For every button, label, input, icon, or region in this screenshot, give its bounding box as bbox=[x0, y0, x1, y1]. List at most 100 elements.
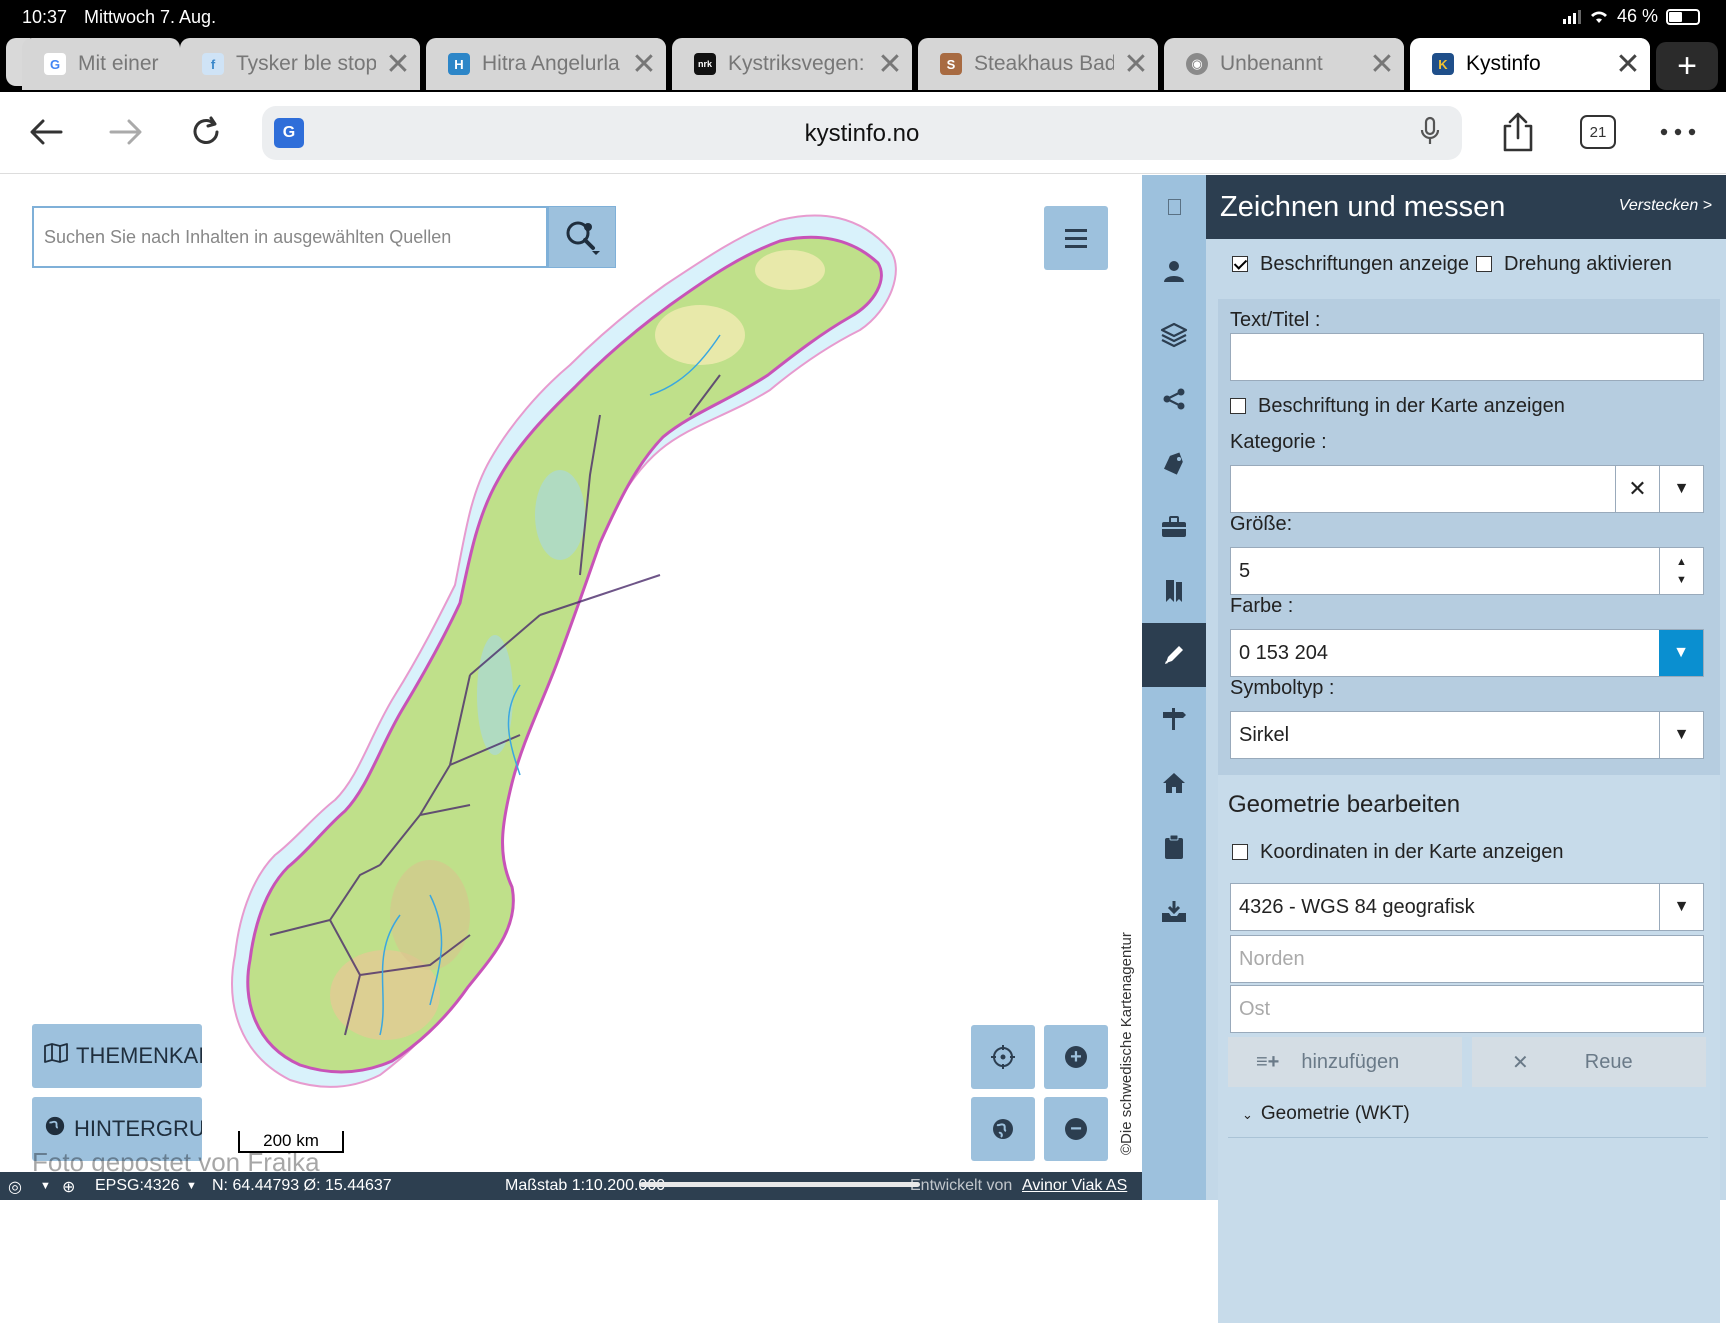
decrement-icon[interactable]: ▼ bbox=[1676, 574, 1687, 586]
home-icon[interactable] bbox=[1142, 751, 1206, 815]
map-menu-button[interactable] bbox=[1044, 206, 1108, 270]
tag-icon[interactable] bbox=[1142, 431, 1206, 495]
show-coords-option[interactable]: Koordinaten in der Karte anzeigen bbox=[1232, 841, 1564, 864]
category-dropdown-icon[interactable]: ▼ bbox=[1659, 466, 1703, 512]
tool-rail bbox=[1142, 175, 1206, 1200]
cursor-coordinates: N: 64.44793 Ø: 15.44637 bbox=[212, 1177, 392, 1194]
tab-unbenannt[interactable]: ◉ Unbenannt ✕ bbox=[1164, 38, 1404, 90]
share-network-icon[interactable] bbox=[1142, 367, 1206, 431]
tab-close-icon[interactable]: ✕ bbox=[1114, 38, 1158, 90]
size-value: 5 bbox=[1239, 560, 1251, 582]
tab-kystriksvegen[interactable]: nrk Kystriksvegen: ✕ bbox=[672, 38, 912, 90]
color-select[interactable]: 0 153 204 ▼ bbox=[1230, 629, 1704, 677]
share-icon[interactable] bbox=[1496, 110, 1540, 154]
back-arrow-icon[interactable] bbox=[24, 110, 68, 154]
epsg-selector[interactable]: EPSG:4326 bbox=[95, 1177, 180, 1195]
east-input[interactable]: Ost bbox=[1230, 985, 1704, 1033]
more-options-icon[interactable] bbox=[1656, 110, 1700, 154]
window-toggle-icon[interactable] bbox=[1142, 175, 1206, 239]
zoom-out-button[interactable]: − bbox=[1044, 1097, 1108, 1161]
layers-icon[interactable] bbox=[1142, 303, 1206, 367]
developer-link[interactable]: Avinor Viak AS bbox=[1022, 1177, 1127, 1195]
text-title-label: Text/Titel : bbox=[1230, 309, 1321, 331]
clear-category-icon[interactable]: ✕ bbox=[1615, 466, 1659, 512]
compass-icon[interactable]: ◎ bbox=[8, 1177, 22, 1197]
new-tab-button[interactable]: + bbox=[1656, 42, 1718, 90]
add-coordinate-button[interactable]: ≡+ hinzufügen bbox=[1228, 1037, 1462, 1087]
show-labels-checkbox[interactable] bbox=[1232, 256, 1248, 272]
color-dropdown-icon[interactable]: ▼ bbox=[1659, 630, 1703, 676]
download-icon[interactable] bbox=[1142, 879, 1206, 943]
tab-close-icon[interactable]: ✕ bbox=[1360, 38, 1404, 90]
user-icon[interactable] bbox=[1142, 239, 1206, 303]
hide-panel-link[interactable]: Verstecken > bbox=[1619, 197, 1712, 215]
clear-coordinates-button[interactable]: ✕ Reue bbox=[1472, 1037, 1706, 1087]
cellular-signal-icon bbox=[1562, 9, 1581, 24]
loading-progress-bar bbox=[640, 1182, 920, 1187]
background-maps-label: HINTERGRU bbox=[74, 1116, 202, 1141]
tab-steakhaus[interactable]: S Steakhaus Bad ✕ bbox=[918, 38, 1158, 90]
panel-header: Zeichnen und messen Verstecken > bbox=[1206, 175, 1726, 239]
enable-rotation-option[interactable]: Drehung aktivieren bbox=[1476, 253, 1672, 276]
enable-rotation-checkbox[interactable] bbox=[1476, 256, 1492, 272]
clipboard-icon[interactable] bbox=[1142, 815, 1206, 879]
north-placeholder: Norden bbox=[1239, 948, 1305, 970]
zoom-in-button[interactable]: + bbox=[1044, 1025, 1108, 1089]
locate-me-button[interactable] bbox=[971, 1025, 1035, 1089]
dropdown-arrow-icon[interactable]: ▼ bbox=[40, 1180, 51, 1192]
category-select[interactable]: ✕ ▼ bbox=[1230, 465, 1704, 513]
map-icon bbox=[44, 1043, 68, 1069]
photo-watermark: Foto gepostet von Fraika bbox=[32, 1147, 320, 1175]
tab-overview-button[interactable]: 21 bbox=[1580, 115, 1616, 149]
search-settings-button[interactable] bbox=[548, 206, 616, 268]
tab-close-icon[interactable]: ✕ bbox=[376, 38, 420, 90]
crs-select[interactable]: 4326 - WGS 84 geografisk ▼ bbox=[1230, 883, 1704, 931]
show-label-in-map-option[interactable]: Beschriftung in der Karte anzeigen bbox=[1230, 395, 1565, 418]
globe-view-button[interactable] bbox=[971, 1097, 1035, 1161]
microphone-icon[interactable] bbox=[1420, 116, 1440, 153]
panel-title: Zeichnen und messen bbox=[1220, 191, 1506, 223]
tab-close-icon[interactable]: ✕ bbox=[1606, 38, 1650, 90]
globe-icon: ⊕ bbox=[62, 1179, 76, 1196]
draw-measure-icon[interactable] bbox=[1142, 623, 1206, 687]
north-input[interactable]: Norden bbox=[1230, 935, 1704, 983]
increment-icon[interactable]: ▲ bbox=[1676, 556, 1687, 568]
size-stepper[interactable]: 5 ▲ ▼ bbox=[1230, 547, 1704, 595]
symbol-type-select[interactable]: Sirkel ▼ bbox=[1230, 711, 1704, 759]
tab-close-icon[interactable]: ✕ bbox=[868, 38, 912, 90]
toolbox-icon[interactable] bbox=[1142, 495, 1206, 559]
show-label-in-map-checkbox[interactable] bbox=[1230, 398, 1246, 414]
show-coords-checkbox[interactable] bbox=[1232, 844, 1248, 860]
crs-dropdown-icon[interactable]: ▼ bbox=[1659, 884, 1703, 930]
size-spin-buttons[interactable]: ▲ ▼ bbox=[1659, 548, 1703, 594]
tab-kystinfo[interactable]: K Kystinfo ✕ bbox=[1410, 38, 1650, 90]
crs-value: 4326 - WGS 84 geografisk bbox=[1239, 896, 1475, 918]
dropdown-arrow-icon[interactable]: ▼ bbox=[186, 1180, 197, 1192]
theme-maps-button[interactable]: THEMENKAI bbox=[32, 1024, 202, 1088]
search-gear-icon bbox=[566, 221, 600, 255]
tab-favicon-icon: f bbox=[202, 53, 224, 75]
battery-percent: 46 % bbox=[1616, 6, 1658, 26]
browser-tab-bar: G Mit einer f Tysker ble stop ✕ H Hitra … bbox=[0, 34, 1726, 92]
tab-google[interactable]: G Mit einer bbox=[22, 38, 180, 90]
show-label-in-map-label: Beschriftung in der Karte anzeigen bbox=[1258, 395, 1565, 417]
theme-maps-label: THEMENKAI bbox=[76, 1043, 202, 1068]
search-input[interactable]: Suchen Sie nach Inhalten in ausgewählten… bbox=[32, 206, 548, 268]
bookmarks-icon[interactable] bbox=[1142, 559, 1206, 623]
tab-tysker[interactable]: f Tysker ble stop ✕ bbox=[180, 38, 420, 90]
tab-close-icon[interactable]: ✕ bbox=[622, 38, 666, 90]
address-bar[interactable]: G kystinfo.no bbox=[262, 106, 1462, 160]
tab-favicon-icon: H bbox=[448, 53, 470, 75]
forward-arrow-icon[interactable] bbox=[104, 110, 148, 154]
symbol-dropdown-icon[interactable]: ▼ bbox=[1659, 712, 1703, 758]
signpost-icon[interactable] bbox=[1142, 687, 1206, 751]
plus-icon: + bbox=[1065, 1046, 1087, 1068]
text-title-input[interactable] bbox=[1230, 333, 1704, 381]
show-labels-option[interactable]: Beschriftungen anzeige bbox=[1232, 253, 1468, 276]
tab-hitra[interactable]: H Hitra Angelurla ✕ bbox=[426, 38, 666, 90]
google-favicon-icon: G bbox=[44, 53, 66, 75]
map-canvas[interactable]: Suchen Sie nach Inhalten in ausgewählten… bbox=[0, 175, 1142, 1175]
reload-icon[interactable] bbox=[184, 110, 228, 154]
wkt-toggle[interactable]: ⌄ Geometrie (WKT) bbox=[1242, 1103, 1410, 1125]
map-status-bar: ◎ ▼ ⊕ EPSG:4326 ▼ N: 64.44793 Ø: 15.4463… bbox=[0, 1172, 1142, 1200]
